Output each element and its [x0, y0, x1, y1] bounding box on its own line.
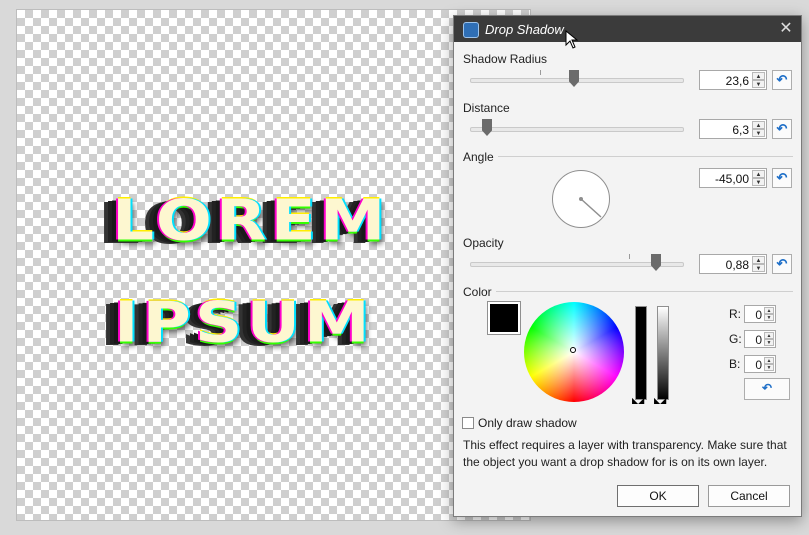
- angle-input[interactable]: -45,00 ▲ ▼: [699, 168, 767, 188]
- app-icon: [463, 22, 479, 38]
- opacity-label: Opacity: [463, 236, 504, 250]
- cancel-button[interactable]: Cancel: [708, 485, 790, 507]
- blue-value: 0: [755, 358, 762, 372]
- distance-slider[interactable]: [470, 127, 684, 132]
- distance-label: Distance: [463, 101, 510, 115]
- green-input[interactable]: 0 ▲ ▼: [744, 330, 776, 348]
- green-value: 0: [755, 333, 762, 347]
- angle-divider: [498, 156, 793, 157]
- mouse-cursor-icon: [565, 30, 579, 49]
- shadow-radius-thumb[interactable]: [569, 70, 579, 87]
- opacity-input[interactable]: 0,88 ▲ ▼: [699, 254, 767, 274]
- shadow-radius-decrement[interactable]: ▼: [752, 80, 765, 88]
- distance-increment[interactable]: ▲: [752, 121, 765, 129]
- green-increment[interactable]: ▲: [764, 332, 774, 339]
- info-text: This effect requires a layer with transp…: [463, 438, 787, 469]
- color-divider: [496, 291, 793, 292]
- dialog-title: Drop Shadow: [485, 22, 564, 37]
- color-label: Color: [463, 285, 492, 299]
- red-value: 0: [755, 308, 762, 322]
- distance-reset-button[interactable]: ↶: [772, 119, 792, 139]
- alpha-bar[interactable]: [657, 306, 669, 400]
- angle-increment[interactable]: ▲: [752, 170, 765, 178]
- distance-value: 6,3: [732, 123, 749, 137]
- only-draw-shadow-label[interactable]: Only draw shadow: [478, 416, 577, 430]
- angle-label: Angle: [463, 150, 494, 164]
- only-draw-shadow-checkbox[interactable]: [462, 417, 474, 429]
- artwork-text-line2: IPSUM: [114, 289, 374, 356]
- shadow-radius-reset-button[interactable]: ↶: [772, 70, 792, 90]
- shadow-radius-increment[interactable]: ▲: [752, 72, 765, 80]
- green-label: G:: [729, 332, 742, 346]
- red-decrement[interactable]: ▼: [764, 314, 774, 321]
- opacity-reset-button[interactable]: ↶: [772, 254, 792, 274]
- blue-label: B:: [729, 357, 741, 371]
- color-reset-button[interactable]: ↶: [744, 378, 790, 400]
- color-wheel-cursor[interactable]: [570, 347, 576, 353]
- distance-thumb[interactable]: [482, 119, 492, 136]
- red-increment[interactable]: ▲: [764, 307, 774, 314]
- blue-increment[interactable]: ▲: [764, 357, 774, 364]
- opacity-thumb[interactable]: [651, 254, 661, 271]
- red-input[interactable]: 0 ▲ ▼: [744, 305, 776, 323]
- green-decrement[interactable]: ▼: [764, 339, 774, 346]
- distance-input[interactable]: 6,3 ▲ ▼: [699, 119, 767, 139]
- close-button[interactable]: ✕: [771, 16, 801, 42]
- dialog-titlebar[interactable]: Drop Shadow ✕: [454, 16, 801, 42]
- color-swatch[interactable]: [487, 301, 521, 335]
- shadow-radius-tick: [540, 70, 541, 75]
- value-bar-marker-icon[interactable]: ◣◢: [632, 396, 644, 405]
- shadow-radius-input[interactable]: 23,6 ▲ ▼: [699, 70, 767, 90]
- opacity-increment[interactable]: ▲: [752, 256, 765, 264]
- angle-decrement[interactable]: ▼: [752, 178, 765, 186]
- blue-input[interactable]: 0 ▲ ▼: [744, 355, 776, 373]
- artwork-text-line1: LOREM: [112, 187, 390, 254]
- distance-decrement[interactable]: ▼: [752, 129, 765, 137]
- blue-decrement[interactable]: ▼: [764, 364, 774, 371]
- drop-shadow-dialog: Drop Shadow ✕ Shadow Radius 23,6 ▲ ▼ ↶ D…: [453, 15, 802, 517]
- ok-button[interactable]: OK: [617, 485, 699, 507]
- value-bar[interactable]: [635, 306, 647, 400]
- red-label: R:: [729, 307, 741, 321]
- angle-reset-button[interactable]: ↶: [772, 168, 792, 188]
- opacity-tick: [629, 254, 630, 259]
- alpha-bar-marker-icon[interactable]: ◣◢: [654, 396, 666, 405]
- shadow-radius-value: 23,6: [725, 74, 749, 88]
- opacity-decrement[interactable]: ▼: [752, 264, 765, 272]
- shadow-radius-label: Shadow Radius: [463, 52, 548, 66]
- opacity-value: 0,88: [725, 258, 749, 272]
- angle-indicator: [579, 197, 602, 218]
- angle-dial[interactable]: [552, 170, 610, 228]
- angle-value: -45,00: [714, 172, 749, 186]
